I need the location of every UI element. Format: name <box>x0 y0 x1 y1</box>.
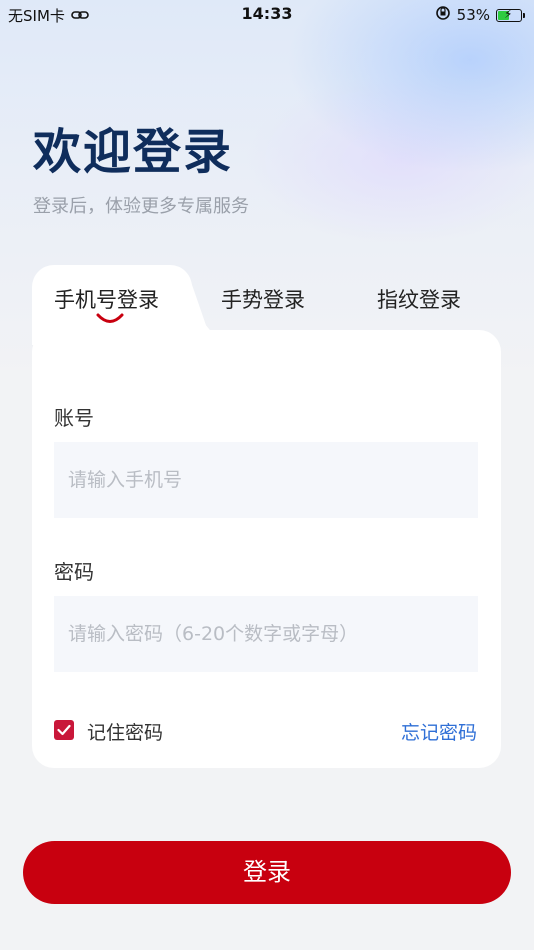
status-bar: 无SIM卡 14:33 53% ⚡ <box>0 0 534 30</box>
remember-password-label[interactable]: 记住密码 <box>87 718 163 745</box>
active-tab-indicator <box>96 313 124 323</box>
battery-percent: 53% <box>456 6 490 24</box>
tab-gesture-login[interactable]: 手势登录 <box>221 284 305 314</box>
orientation-lock-icon <box>435 5 451 25</box>
phone-input[interactable] <box>54 442 478 518</box>
battery-charging-icon: ⚡ <box>496 7 525 22</box>
checkmark-icon <box>57 724 71 736</box>
password-label: 密码 <box>54 560 94 584</box>
page-subtitle: 登录后，体验更多专属服务 <box>33 196 249 217</box>
forgot-password-link[interactable]: 忘记密码 <box>401 718 477 745</box>
login-card <box>32 330 501 768</box>
remember-password-checkbox[interactable] <box>54 720 74 740</box>
tab-fingerprint-login[interactable]: 指纹登录 <box>377 284 461 314</box>
password-input[interactable] <box>54 596 478 672</box>
account-label: 账号 <box>54 406 94 430</box>
page-title: 欢迎登录 <box>33 124 234 180</box>
login-button[interactable]: 登录 <box>23 841 511 904</box>
tab-phone-login[interactable]: 手机号登录 <box>54 284 159 314</box>
